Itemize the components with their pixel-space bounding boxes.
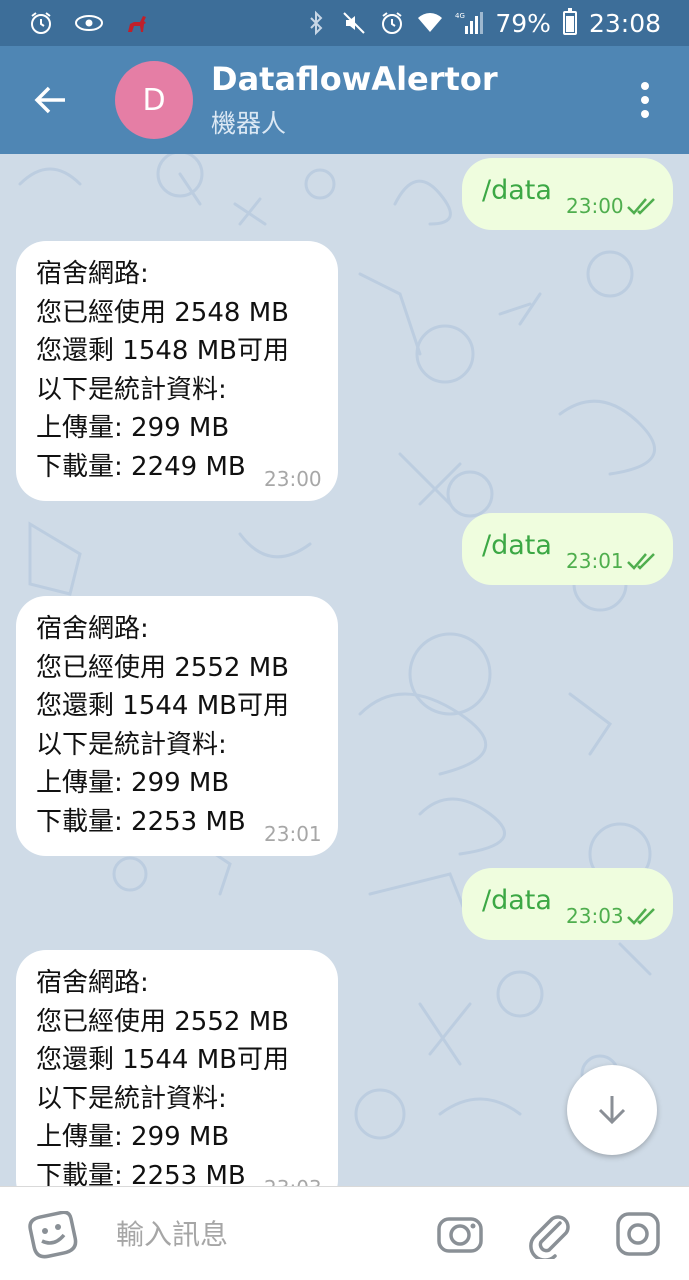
paperclip-icon xyxy=(529,1215,570,1259)
instant-camera-button[interactable] xyxy=(613,1209,663,1259)
back-button[interactable] xyxy=(22,74,78,126)
avatar[interactable]: D xyxy=(115,61,193,139)
message-list[interactable]: /data 23:00 宿舍網路: 您已經使用 2548 MB 您還剩 1548… xyxy=(0,154,689,1186)
message-time: 23:00 xyxy=(566,194,624,218)
eye-app-icon xyxy=(74,10,104,36)
incoming-message[interactable]: 宿舍網路: 您已經使用 2552 MB 您還剩 1544 MB可用 以下是統計資… xyxy=(16,950,338,1186)
signal-icon: 4G xyxy=(455,10,484,36)
message-line: 以下是統計資料: xyxy=(36,1083,227,1114)
bluetooth-icon xyxy=(303,10,329,36)
message-line: 上傳量: 299 MB xyxy=(36,768,230,798)
incoming-message[interactable]: 宿舍網路: 您已經使用 2552 MB 您還剩 1544 MB可用 以下是統計資… xyxy=(16,596,338,856)
message-line: 下載量: 2249 MB xyxy=(36,451,246,482)
outgoing-message[interactable]: /data 23:03 xyxy=(462,868,673,940)
double-check-icon xyxy=(627,908,655,925)
dot-icon xyxy=(641,110,649,118)
status-bar: 4G 79% 23:08 xyxy=(0,0,689,46)
message-text: 宿舍網路: 您已經使用 2548 MB 您還剩 1548 MB可用 以下是統計資… xyxy=(36,255,289,486)
message-line: 您已經使用 2552 MB xyxy=(36,1006,289,1037)
message-line: 您已經使用 2552 MB xyxy=(36,652,289,683)
round-video-icon xyxy=(616,1212,660,1256)
message-time: 23:01 xyxy=(264,822,322,846)
emoji-sticker-icon[interactable] xyxy=(26,1211,78,1259)
message-text: /data xyxy=(482,175,552,206)
camera-button[interactable] xyxy=(435,1209,485,1259)
message-time: 23:00 xyxy=(264,467,322,491)
alarm-icon xyxy=(379,10,405,36)
mute-icon xyxy=(341,10,367,36)
message-line: 您已經使用 2548 MB xyxy=(36,297,289,328)
double-check-icon xyxy=(627,198,655,215)
message-line: 您還剩 1548 MB可用 xyxy=(36,336,289,366)
incoming-message[interactable]: 宿舍網路: 您已經使用 2548 MB 您還剩 1548 MB可用 以下是統計資… xyxy=(16,241,338,501)
message-text: /data xyxy=(482,530,552,561)
message-line: 下載量: 2253 MB xyxy=(36,806,246,837)
message-text: 宿舍網路: 您已經使用 2552 MB 您還剩 1544 MB可用 以下是統計資… xyxy=(36,610,289,841)
message-line: 以下是統計資料: xyxy=(36,374,227,405)
battery-percent: 79% xyxy=(495,8,551,38)
chat-title[interactable]: DataflowAlertor xyxy=(211,60,498,98)
message-line: 上傳量: 299 MB xyxy=(36,413,230,443)
double-check-icon xyxy=(627,553,655,570)
svg-text:4G: 4G xyxy=(455,12,465,20)
message-time: 23:01 xyxy=(566,549,624,573)
battery-icon xyxy=(562,8,577,35)
message-input[interactable] xyxy=(116,1211,416,1257)
message-line: 您還剩 1544 MB可用 xyxy=(36,1045,289,1075)
message-text: /data xyxy=(482,885,552,916)
outgoing-message[interactable]: /data 23:00 xyxy=(462,158,673,230)
message-time: 23:03 xyxy=(566,904,624,928)
scroll-down-button[interactable] xyxy=(567,1065,657,1155)
message-line: 以下是統計資料: xyxy=(36,729,227,760)
chat-subtitle: 機器人 xyxy=(211,109,287,138)
message-composer xyxy=(0,1186,689,1280)
arrow-down-icon xyxy=(598,1096,626,1125)
attach-button[interactable] xyxy=(524,1209,574,1259)
message-time: 23:03 xyxy=(264,1176,322,1186)
alarm-notification-icon xyxy=(28,10,54,36)
dot-icon xyxy=(641,82,649,90)
message-line: 宿舍網路: xyxy=(36,614,149,644)
message-line: 上傳量: 299 MB xyxy=(36,1122,230,1152)
camera-icon xyxy=(437,1217,483,1253)
red-animal-app-icon xyxy=(124,10,150,36)
wifi-icon xyxy=(417,10,443,36)
more-options-button[interactable] xyxy=(627,78,663,122)
back-arrow-icon xyxy=(34,86,65,114)
chat-header: D DataflowAlertor 機器人 xyxy=(0,46,689,154)
message-line: 您還剩 1544 MB可用 xyxy=(36,691,289,721)
outgoing-message[interactable]: /data 23:01 xyxy=(462,513,673,585)
message-line: 下載量: 2253 MB xyxy=(36,1160,246,1187)
message-line: 宿舍網路: xyxy=(36,968,149,998)
message-text: 宿舍網路: 您已經使用 2552 MB 您還剩 1544 MB可用 以下是統計資… xyxy=(36,964,289,1186)
message-line: 宿舍網路: xyxy=(36,259,149,289)
dot-icon xyxy=(641,96,649,104)
clock: 23:08 xyxy=(588,8,661,38)
